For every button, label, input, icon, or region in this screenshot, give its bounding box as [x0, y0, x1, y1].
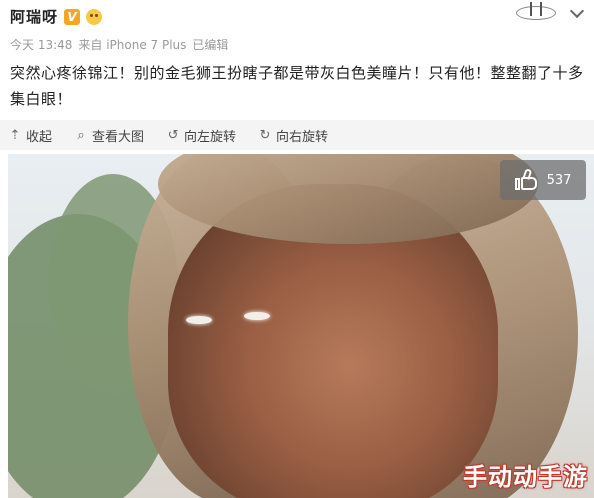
post-time: 今天 13:48	[10, 38, 73, 52]
image-toolbar: ⇡ 收起 ⌕ 查看大图 ↺ 向左旋转 ↻ 向右旋转	[0, 120, 594, 150]
collapse-button[interactable]: ⇡ 收起	[8, 126, 52, 145]
header-actions	[514, 2, 584, 22]
eye-right	[244, 312, 270, 320]
like-button[interactable]: 537	[500, 160, 586, 200]
post-image[interactable]: 手动动手游	[8, 154, 594, 498]
verified-icon: V	[64, 8, 81, 25]
thumbs-up-icon	[514, 168, 539, 191]
author-name[interactable]: 阿瑞呀	[10, 6, 58, 27]
decoration-icon	[514, 2, 558, 22]
rotate-right-button[interactable]: ↻ 向右旋转	[258, 126, 328, 145]
rotate-left-icon: ↺	[167, 127, 179, 143]
rotate-left-label: 向左旋转	[184, 129, 237, 145]
rotate-right-label: 向右旋转	[276, 129, 329, 145]
author-row: 阿瑞呀 V	[10, 6, 103, 27]
eye-left	[186, 316, 212, 324]
post-meta: 今天 13:48 来自 iPhone 7 Plus 已编辑	[10, 36, 228, 53]
collapse-label: 收起	[26, 129, 53, 145]
smiley-badge-icon	[86, 8, 103, 25]
zoom-icon: ⌕	[77, 127, 85, 143]
post-body: 突然心疼徐锦江！别的金毛狮王扮瞎子都是带灰白色美瞳片！只有他！整整翻了十多集白眼…	[10, 64, 584, 108]
edited-label[interactable]: 已编辑	[192, 36, 228, 53]
watermark-text: 手动动手游	[463, 463, 588, 491]
view-large-label: 查看大图	[92, 129, 145, 145]
post-header: 阿瑞呀 V 今天 13:48 来自 iPhone 7 Plus 已编辑	[0, 0, 594, 58]
collapse-icon: ⇡	[9, 127, 21, 143]
chevron-down-icon[interactable]	[570, 5, 584, 19]
post-source: 来自 iPhone 7 Plus	[78, 38, 187, 52]
like-count: 537	[546, 172, 572, 188]
rotate-right-icon: ↻	[259, 127, 271, 143]
view-large-button[interactable]: ⌕ 查看大图	[74, 126, 144, 145]
rotate-left-button[interactable]: ↺ 向左旋转	[166, 126, 236, 145]
